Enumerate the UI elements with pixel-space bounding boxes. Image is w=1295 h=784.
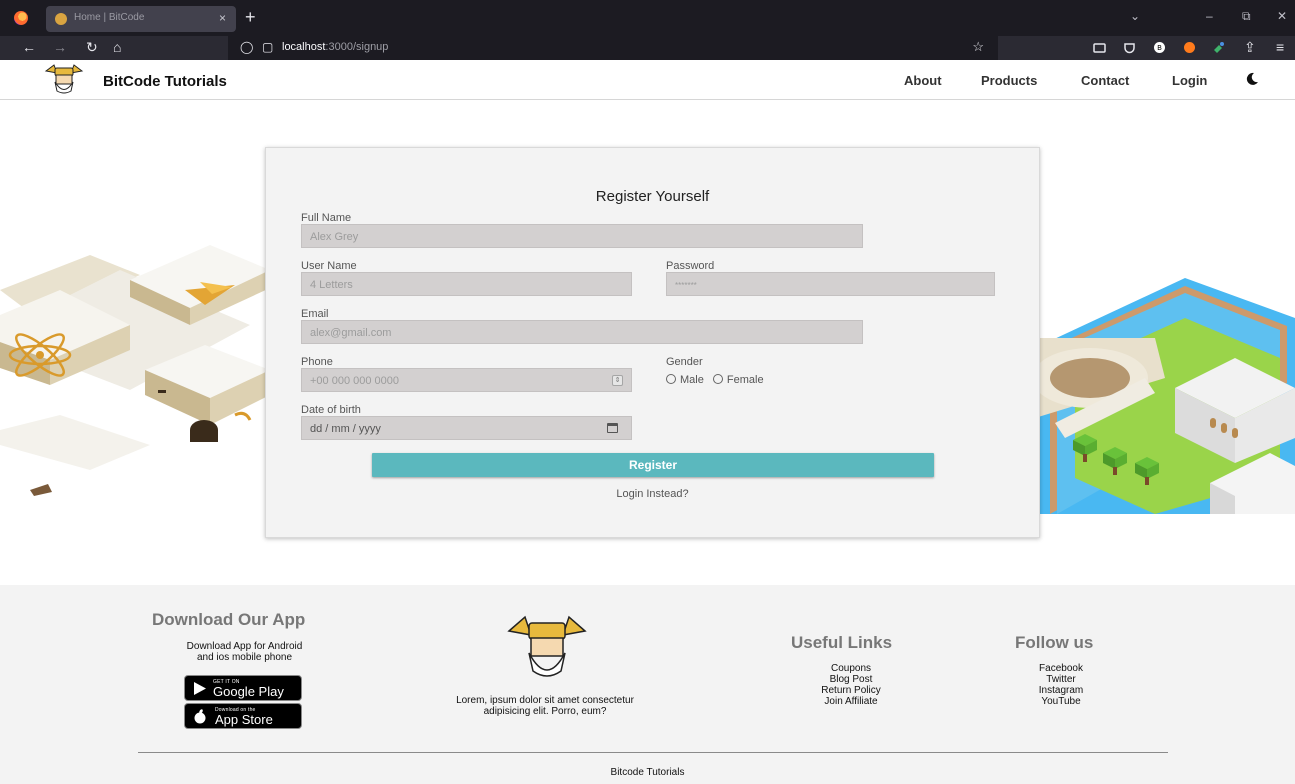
- about-text-line2: adipisicing elit. Porro, eum?: [483, 706, 607, 717]
- user-name-label: User Name: [301, 260, 357, 272]
- download-text: Download App for Android and ios mobile …: [152, 641, 337, 663]
- useful-links-list: Coupons Blog Post Return Policy Join Aff…: [791, 663, 911, 707]
- password-label: Password: [666, 260, 715, 272]
- useful-links-heading: Useful Links: [791, 633, 893, 652]
- share-icon[interactable]: ⇪: [1244, 39, 1256, 56]
- url-text[interactable]: localhost:3000/signup: [282, 41, 388, 53]
- google-play-icon: [194, 682, 206, 695]
- favicon-icon: [55, 13, 67, 25]
- follow-us-heading: Follow us: [1015, 633, 1094, 652]
- full-name-input[interactable]: Alex Grey: [301, 224, 863, 248]
- full-name-label: Full Name: [301, 212, 352, 224]
- link-facebook[interactable]: Facebook: [1001, 663, 1121, 674]
- browser-tab[interactable]: Home | BitCode ×: [46, 6, 236, 32]
- about-text: Lorem, ipsum dolor sit amet consectetur …: [410, 695, 680, 717]
- nav-login[interactable]: Login: [1172, 73, 1207, 88]
- phone-placeholder: +00 000 000 0000: [310, 375, 400, 387]
- color-picker-icon[interactable]: [1212, 41, 1225, 54]
- about-text-line1: Lorem, ipsum dolor sit amet consectetur: [456, 695, 634, 706]
- back-icon[interactable]: ←: [22, 39, 36, 55]
- link-instagram[interactable]: Instagram: [1001, 685, 1121, 696]
- gender-female-radio[interactable]: [712, 374, 723, 384]
- login-instead-text[interactable]: Login Instead?: [616, 488, 688, 500]
- site-footer: Download Our App Download App for Androi…: [0, 585, 1295, 784]
- login-instead-link: Login Instead?: [266, 488, 1039, 500]
- gender-male-label[interactable]: Male: [680, 374, 704, 386]
- dob-placeholder: dd / mm / yyyy: [310, 423, 381, 435]
- phone-input[interactable]: +00 000 000 0000 ⇕: [301, 368, 632, 392]
- gender-label: Gender: [666, 356, 703, 368]
- email-label: Email: [301, 308, 329, 320]
- link-join-affiliate[interactable]: Join Affiliate: [791, 696, 911, 707]
- password-input[interactable]: *******: [666, 272, 995, 296]
- minimize-icon[interactable]: –: [1206, 9, 1213, 23]
- download-text-line2: and ios mobile phone: [196, 652, 293, 663]
- form-title: Register Yourself: [595, 188, 710, 205]
- browser-toolbar: ← → ↻ ⌂ ◯ ▢ localhost:3000/signup ☆ B ⇪ …: [0, 36, 1295, 60]
- hero-illustration-left: [0, 245, 270, 496]
- google-play-button[interactable]: GET IT ON Google Play: [184, 675, 302, 701]
- link-blog-post[interactable]: Blog Post: [791, 674, 911, 685]
- firefox-icon[interactable]: [14, 11, 28, 25]
- link-return-policy[interactable]: Return Policy: [791, 685, 911, 696]
- site-navbar: BitCode Tutorials About Products Contact…: [0, 60, 1295, 100]
- restore-icon[interactable]: ⧉: [1242, 9, 1251, 24]
- calendar-icon[interactable]: [607, 423, 618, 433]
- phone-label: Phone: [301, 356, 333, 368]
- download-text-line1: Download App for Android: [186, 641, 303, 652]
- home-icon[interactable]: ⌂: [113, 39, 121, 55]
- phone-spinner-icon[interactable]: ⇕: [612, 375, 623, 386]
- reload-icon[interactable]: ↻: [86, 39, 98, 56]
- hero-illustration-right: [1035, 278, 1295, 514]
- forward-icon[interactable]: →: [53, 39, 67, 55]
- google-play-big: Google Play: [213, 684, 284, 699]
- page-info-icon[interactable]: ▢: [262, 40, 273, 54]
- app-store-button[interactable]: Download on the App Store: [184, 703, 302, 729]
- shield-icon[interactable]: ◯: [240, 40, 253, 54]
- gender-male-radio[interactable]: [666, 374, 676, 384]
- footer-logo-icon: [507, 615, 587, 677]
- social-links-list: Facebook Twitter Instagram YouTube: [1001, 663, 1121, 707]
- bitcode-logo-icon[interactable]: [44, 63, 84, 95]
- dob-label: Date of birth: [301, 404, 361, 416]
- close-window-icon[interactable]: ✕: [1277, 9, 1287, 23]
- app-store-big: App Store: [215, 712, 273, 727]
- brand-name[interactable]: BitCode Tutorials: [103, 73, 227, 90]
- gender-female-label[interactable]: Female: [727, 374, 764, 386]
- pocket-icon[interactable]: [1123, 41, 1136, 54]
- gender-radio-group: Male Female: [666, 374, 764, 386]
- email-input[interactable]: alex@gmail.com: [301, 320, 863, 344]
- link-twitter[interactable]: Twitter: [1001, 674, 1121, 685]
- register-button[interactable]: Register: [372, 453, 934, 477]
- tab-close-icon[interactable]: ×: [219, 11, 226, 25]
- link-youtube[interactable]: YouTube: [1001, 696, 1121, 707]
- nav-about[interactable]: About: [904, 73, 942, 88]
- browser-tab-bar: Home | BitCode × + ⌄ – ⧉ ✕: [0, 0, 1295, 36]
- tab-list-chevron-icon[interactable]: ⌄: [1130, 9, 1140, 23]
- user-name-input[interactable]: 4 Letters: [301, 272, 632, 296]
- bookmark-star-icon[interactable]: ☆: [972, 39, 984, 55]
- new-tab-icon[interactable]: +: [245, 7, 256, 27]
- link-coupons[interactable]: Coupons: [791, 663, 911, 674]
- footer-divider: [138, 752, 1168, 753]
- menu-icon[interactable]: ≡: [1276, 39, 1284, 55]
- dark-mode-moon-icon[interactable]: [1245, 72, 1259, 86]
- extension-icon[interactable]: B: [1153, 41, 1166, 54]
- brave-rewards-icon[interactable]: [1183, 41, 1196, 54]
- nav-products[interactable]: Products: [981, 73, 1037, 88]
- download-heading: Download Our App: [152, 610, 306, 629]
- footer-copyright: Bitcode Tutorials: [610, 767, 685, 778]
- folder-icon[interactable]: [1093, 41, 1106, 54]
- svg-text:B: B: [1157, 44, 1162, 52]
- tab-title: Home | BitCode: [74, 12, 145, 23]
- apple-icon: [194, 709, 206, 724]
- register-card: Register Yourself Full Name Alex Grey Us…: [265, 147, 1040, 538]
- nav-contact[interactable]: Contact: [1081, 73, 1129, 88]
- dob-input[interactable]: dd / mm / yyyy: [301, 416, 632, 440]
- address-bar[interactable]: ◯ ▢ localhost:3000/signup ☆: [228, 36, 998, 60]
